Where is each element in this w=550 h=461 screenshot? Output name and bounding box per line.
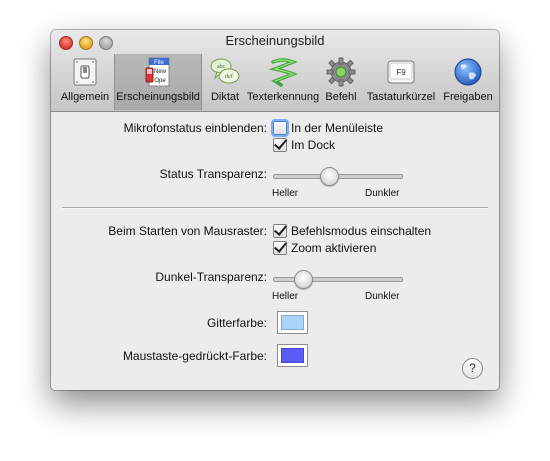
f9-key-icon: F9 <box>385 57 417 87</box>
preferences-window: Erscheinungsbild Allgemein File New Ope … <box>51 30 499 390</box>
svg-text:abc: abc <box>217 64 226 70</box>
tab-allgemein[interactable]: Allgemein <box>55 54 115 110</box>
tab-diktat[interactable]: abc def Diktat <box>203 54 247 110</box>
tab-label: Freigaben <box>443 91 493 103</box>
zoom-checkbox[interactable]: Zoom aktivieren <box>273 239 377 255</box>
switch-icon <box>69 57 101 87</box>
title-bar: Erscheinungsbild Allgemein File New Ope … <box>51 30 499 112</box>
checkbox-box[interactable] <box>273 222 288 238</box>
slider-knob[interactable] <box>319 167 339 186</box>
slider-min-label: Heller <box>272 188 299 199</box>
slider-max-label: Dunkler <box>365 188 400 199</box>
preferences-toolbar: Allgemein File New Ope Erscheinungsbild <box>51 54 499 110</box>
slider-max-label: Dunkler <box>365 291 400 302</box>
slider-track <box>273 277 403 282</box>
dark-transparency-label: Dunkel-Transparenz: <box>155 270 267 284</box>
checkbox-label: Befehlsmodus einschalten <box>291 224 432 238</box>
color-fill <box>281 315 304 330</box>
checkbox-label: In der Menüleiste <box>291 121 384 135</box>
menu-icon-text: New <box>154 69 167 75</box>
tab-erscheinungsbild[interactable]: File New Ope Erscheinungsbild <box>114 54 202 110</box>
color-fill <box>281 348 304 363</box>
tab-label: Erscheinungsbild <box>116 91 200 103</box>
window-title: Erscheinungsbild <box>225 33 325 48</box>
menu-icon-text: File <box>154 60 164 66</box>
tab-label: Allgemein <box>60 91 110 103</box>
menu-bar-checkbox[interactable]: In der Menüleiste <box>273 121 383 135</box>
section-divider <box>62 207 488 208</box>
cog-icon <box>325 57 357 87</box>
slider-min-label: Heller <box>272 291 299 302</box>
globe-icon <box>452 57 484 87</box>
tab-label: Befehl <box>325 91 357 103</box>
checkbox-label: Zoom aktivieren <box>291 241 377 255</box>
slider-knob[interactable] <box>293 270 313 289</box>
status-transparency-slider[interactable] <box>273 166 403 186</box>
recognition-swirl-icon <box>267 57 299 87</box>
checkbox-box[interactable] <box>273 121 287 135</box>
startup-label: Beim Starten von Mausraster: <box>108 224 267 238</box>
tab-befehl[interactable]: Befehl <box>321 54 361 110</box>
command-mode-checkbox[interactable]: Befehlsmodus einschalten <box>273 222 432 238</box>
dark-transparency-slider[interactable] <box>273 269 403 289</box>
mic-status-label: Mikrofonstatus einblenden: <box>123 121 267 135</box>
tab-texterkennung[interactable]: Texterkennung <box>246 54 320 110</box>
dock-checkbox[interactable]: Im Dock <box>273 136 336 152</box>
tab-label: Tastaturkürzel <box>366 91 436 103</box>
menu-icon-text: Ope <box>154 78 166 84</box>
speech-bubbles-icon: abc def <box>209 57 241 87</box>
appearance-pane: Mikrofonstatus einblenden: In der Menüle… <box>51 112 499 390</box>
checkbox-box[interactable] <box>273 136 288 152</box>
status-transparency-label: Status Transparenz: <box>159 167 267 181</box>
svg-text:def: def <box>225 73 233 80</box>
checkbox-box[interactable] <box>273 239 288 255</box>
key-label: F9 <box>396 68 406 77</box>
menu-appearance-icon: File New Ope <box>142 57 174 87</box>
checkbox-label: Im Dock <box>291 138 336 152</box>
mouse-down-color-well[interactable] <box>277 344 308 367</box>
tab-label: Texterkennung <box>246 91 320 103</box>
tab-tastaturkuerzel[interactable]: F9 Tastaturkürzel <box>362 54 440 110</box>
mouse-down-color-label: Maustaste-gedrückt-Farbe: <box>122 349 267 363</box>
grid-color-label: Gitterfarbe: <box>206 316 267 330</box>
grid-color-well[interactable] <box>277 311 308 334</box>
tab-freigaben[interactable]: Freigaben <box>441 54 495 110</box>
tab-label: Diktat <box>210 91 240 103</box>
help-button[interactable]: ? <box>462 358 483 379</box>
